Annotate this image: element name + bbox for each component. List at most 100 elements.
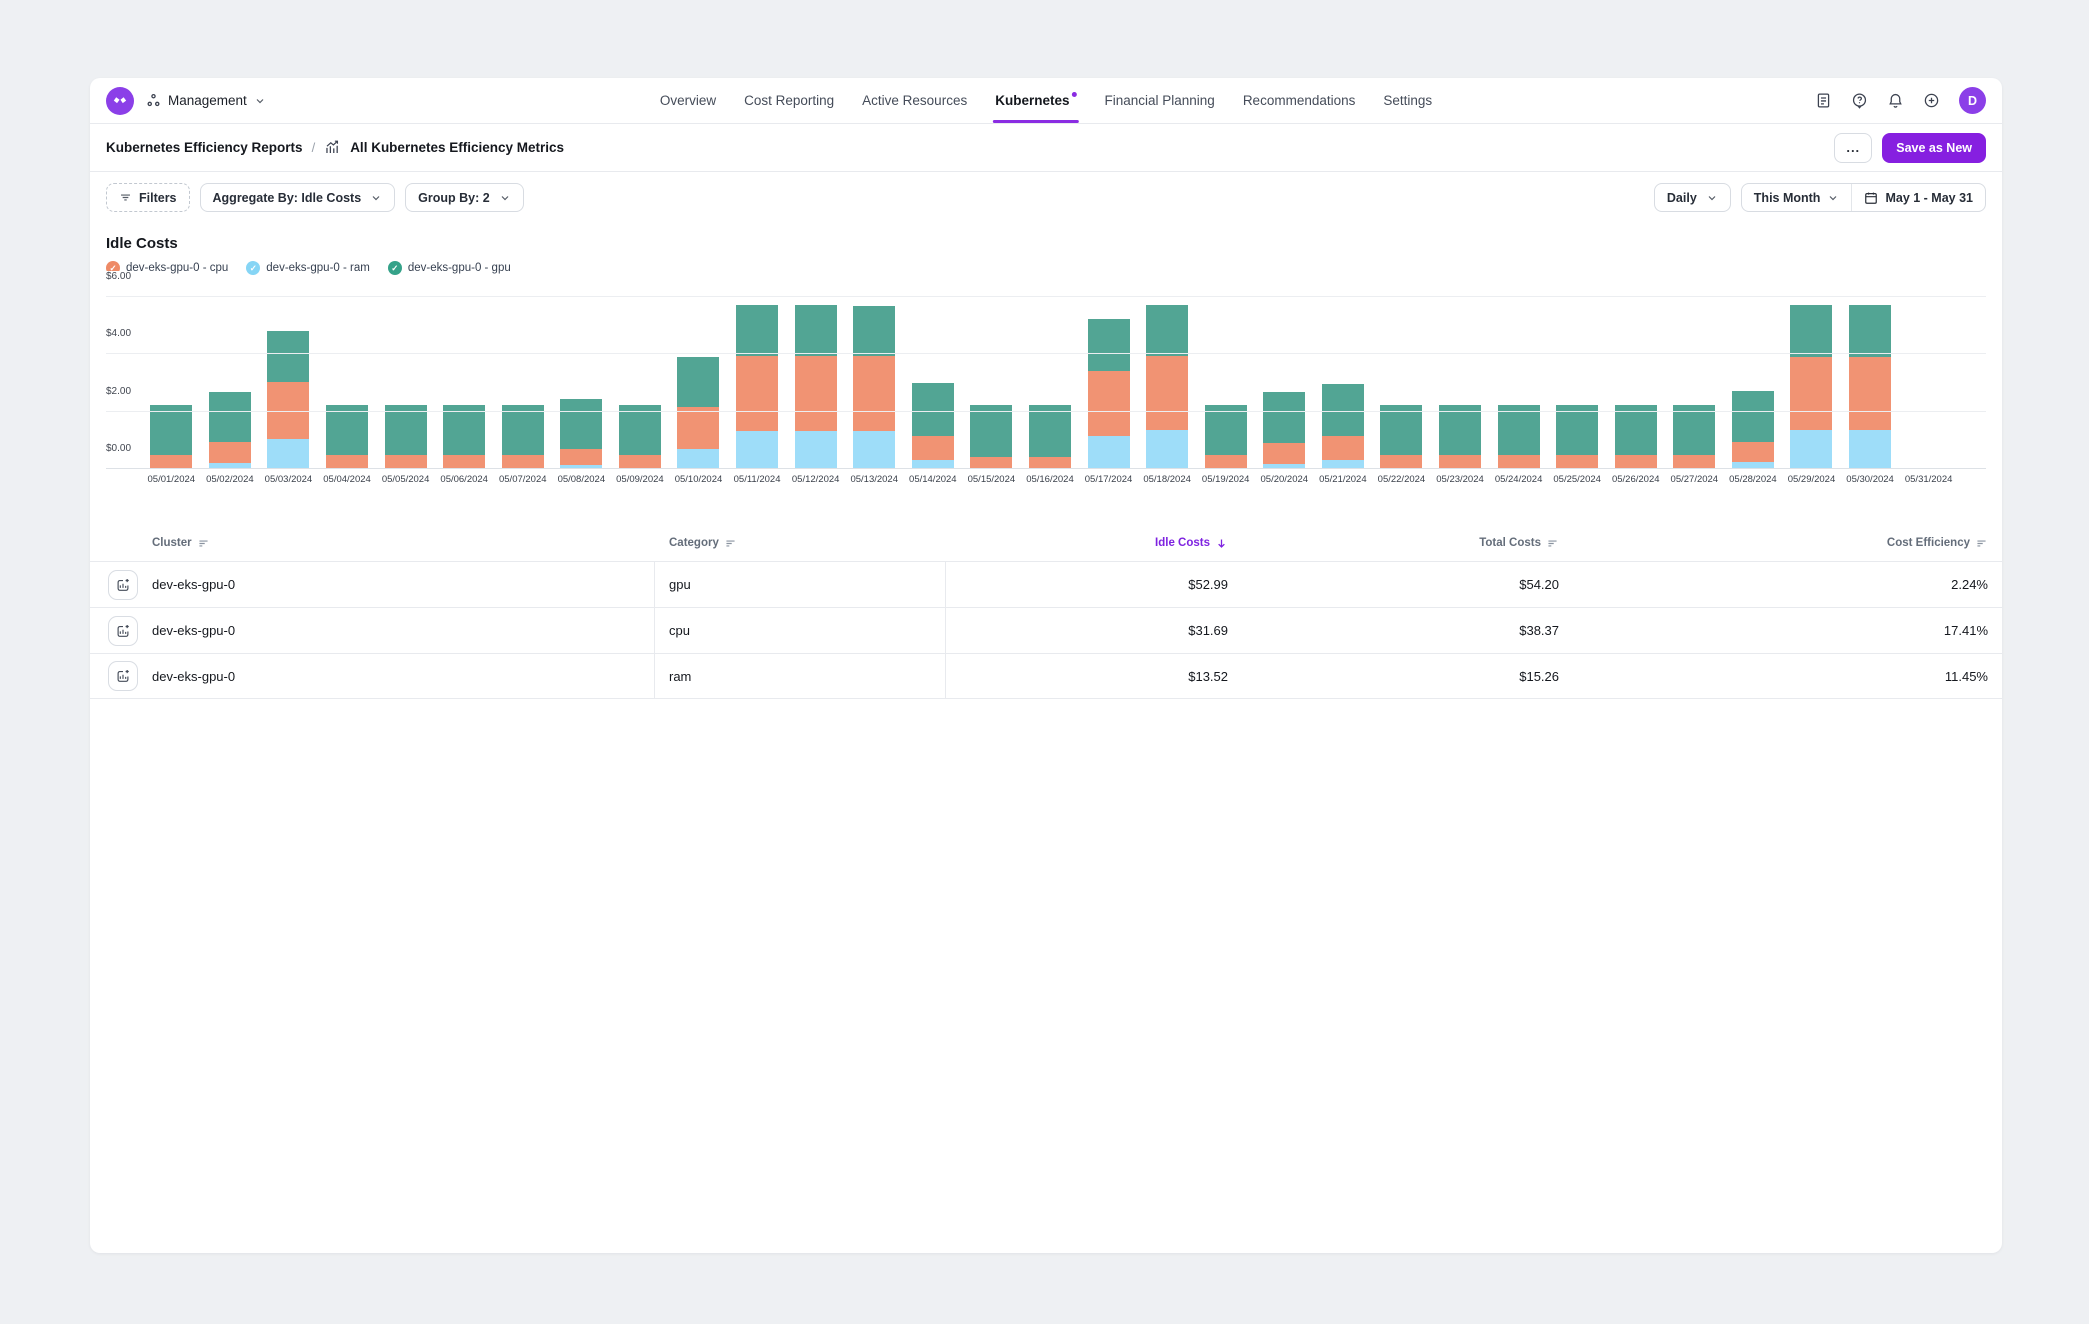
bar-segment[interactable] [326, 455, 368, 468]
table-row[interactable]: dev-eks-gpu-0gpu$52.99$54.202.24% [90, 561, 2002, 607]
bar-segment[interactable] [677, 449, 719, 469]
tab-financial-planning[interactable]: Financial Planning [1104, 78, 1214, 123]
stacked-bar[interactable] [267, 331, 309, 469]
stacked-bar[interactable] [677, 357, 719, 469]
breadcrumb-parent-link[interactable]: Kubernetes Efficiency Reports [106, 140, 303, 155]
bar-segment[interactable] [1146, 356, 1188, 430]
document-icon[interactable] [1815, 92, 1832, 109]
bar-segment[interactable] [560, 399, 602, 449]
bar-segment[interactable] [1498, 405, 1540, 455]
bar-segment[interactable] [795, 356, 837, 431]
stacked-bar[interactable] [1498, 405, 1540, 469]
stacked-bar[interactable] [619, 405, 661, 469]
bar-segment[interactable] [385, 455, 427, 468]
app-logo-icon[interactable] [106, 87, 134, 115]
bar-segment[interactable] [1790, 357, 1832, 430]
stacked-bar[interactable] [1088, 319, 1130, 469]
bar-segment[interactable] [1380, 405, 1422, 455]
tab-recommendations[interactable]: Recommendations [1243, 78, 1356, 123]
bar-segment[interactable] [853, 431, 895, 469]
bar-segment[interactable] [1088, 436, 1130, 469]
bar-segment[interactable] [1146, 305, 1188, 356]
help-icon[interactable] [1851, 92, 1868, 109]
bar-segment[interactable] [502, 455, 544, 468]
stacked-bar[interactable] [1849, 305, 1891, 469]
bar-segment[interactable] [1205, 455, 1247, 468]
bar-segment[interactable] [853, 306, 895, 356]
tab-overview[interactable]: Overview [660, 78, 716, 123]
bar-segment[interactable] [1322, 436, 1364, 460]
stacked-bar[interactable] [795, 305, 837, 469]
bar-segment[interactable] [1263, 443, 1305, 464]
column-header-cluster[interactable]: Cluster [138, 537, 655, 550]
bar-segment[interactable] [1439, 405, 1481, 455]
stacked-bar[interactable] [560, 399, 602, 469]
group-by-dropdown[interactable]: Group By: 2 [405, 183, 524, 212]
workspace-switcher[interactable]: Management [146, 93, 266, 108]
bar-segment[interactable] [1498, 455, 1540, 468]
date-range-picker[interactable]: May 1 - May 31 [1851, 184, 1985, 211]
stacked-bar[interactable] [1146, 305, 1188, 469]
bar-segment[interactable] [1380, 455, 1422, 468]
stacked-bar[interactable] [502, 405, 544, 469]
stacked-bar[interactable] [912, 383, 954, 469]
bar-segment[interactable] [1556, 405, 1598, 455]
bar-segment[interactable] [736, 431, 778, 469]
bar-segment[interactable] [1615, 455, 1657, 468]
add-circle-icon[interactable] [1923, 92, 1940, 109]
bar-segment[interactable] [677, 407, 719, 449]
more-options-button[interactable]: ... [1834, 133, 1872, 163]
stacked-bar[interactable] [385, 405, 427, 469]
tab-cost-reporting[interactable]: Cost Reporting [744, 78, 834, 123]
bar-segment[interactable] [1263, 392, 1305, 444]
tab-active-resources[interactable]: Active Resources [862, 78, 967, 123]
stacked-bar[interactable] [853, 306, 895, 469]
bar-segment[interactable] [1673, 455, 1715, 468]
table-row[interactable]: dev-eks-gpu-0ram$13.52$15.2611.45% [90, 653, 2002, 699]
bar-segment[interactable] [150, 405, 192, 455]
bar-segment[interactable] [853, 356, 895, 431]
bar-segment[interactable] [1205, 405, 1247, 455]
bar-segment[interactable] [736, 305, 778, 356]
stacked-bar[interactable] [326, 405, 368, 469]
bar-segment[interactable] [736, 356, 778, 431]
bar-segment[interactable] [1439, 455, 1481, 468]
legend-item[interactable]: ✓dev-eks-gpu-0 - gpu [388, 261, 511, 275]
bar-segment[interactable] [1849, 357, 1891, 430]
aggregate-by-dropdown[interactable]: Aggregate By: Idle Costs [200, 183, 396, 212]
table-row[interactable]: dev-eks-gpu-0cpu$31.69$38.3717.41% [90, 607, 2002, 653]
bar-segment[interactable] [1849, 305, 1891, 357]
bar-segment[interactable] [1790, 430, 1832, 469]
stacked-bar[interactable] [736, 305, 778, 469]
stacked-bar[interactable] [1263, 392, 1305, 469]
open-chart-button[interactable] [108, 570, 138, 600]
bar-segment[interactable] [1556, 455, 1598, 468]
bar-segment[interactable] [970, 457, 1012, 468]
bar-segment[interactable] [619, 455, 661, 468]
bar-segment[interactable] [502, 405, 544, 455]
bar-segment[interactable] [795, 431, 837, 469]
bar-segment[interactable] [1146, 430, 1188, 469]
stacked-bar[interactable] [970, 405, 1012, 469]
bar-segment[interactable] [1790, 305, 1832, 357]
bar-segment[interactable] [677, 357, 719, 407]
bar-segment[interactable] [1088, 319, 1130, 371]
stacked-bar[interactable] [1556, 405, 1598, 469]
bar-segment[interactable] [209, 442, 251, 464]
stacked-bar[interactable] [1322, 384, 1364, 469]
bar-segment[interactable] [1849, 430, 1891, 469]
bar-segment[interactable] [912, 383, 954, 436]
stacked-bar[interactable] [1380, 405, 1422, 469]
bar-segment[interactable] [912, 436, 954, 461]
bar-segment[interactable] [209, 392, 251, 442]
bar-segment[interactable] [385, 405, 427, 455]
bell-icon[interactable] [1887, 92, 1904, 109]
stacked-bar[interactable] [1615, 405, 1657, 469]
bar-segment[interactable] [1732, 391, 1774, 442]
filters-button[interactable]: Filters [106, 183, 190, 212]
stacked-bar[interactable] [1790, 305, 1832, 469]
stacked-bar[interactable] [443, 405, 485, 469]
tab-settings[interactable]: Settings [1383, 78, 1432, 123]
bar-segment[interactable] [1732, 442, 1774, 462]
stacked-bar[interactable] [1205, 405, 1247, 469]
